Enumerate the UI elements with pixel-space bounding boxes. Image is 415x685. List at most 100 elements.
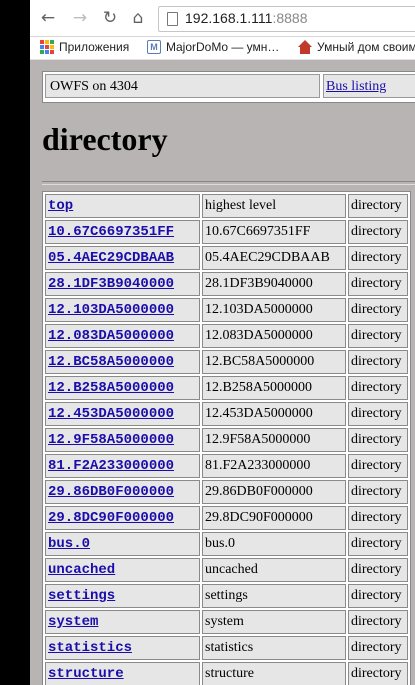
entry-link[interactable]: statistics	[48, 640, 132, 656]
entry-type: directory	[348, 480, 408, 504]
table-row: 12.9F58A5000000 12.9F58A5000000 directory	[45, 428, 408, 452]
entry-cell: uncached	[45, 558, 200, 582]
entry-type: directory	[348, 220, 408, 244]
entry-cell: 12.9F58A5000000	[45, 428, 200, 452]
entry-link[interactable]: 12.453DA5000000	[48, 406, 174, 422]
divider	[42, 181, 415, 185]
entry-type: directory	[348, 636, 408, 660]
entry-description: system	[202, 610, 346, 634]
entry-cell: 12.103DA5000000	[45, 298, 200, 322]
entry-link[interactable]: structure	[48, 666, 124, 682]
owfs-header: OWFS on 4304 Bus listing	[42, 71, 415, 103]
entry-type: directory	[348, 428, 408, 452]
entry-description: 29.8DC90F000000	[202, 506, 346, 530]
entry-cell: 10.67C6697351FF	[45, 220, 200, 244]
entry-link[interactable]: system	[48, 614, 98, 630]
url-text: 192.168.1.111:8888	[185, 10, 308, 26]
entry-link[interactable]: 12.103DA5000000	[48, 302, 174, 318]
table-row: 28.1DF3B9040000 28.1DF3B9040000 directory	[45, 272, 408, 296]
entry-link[interactable]: 12.083DA5000000	[48, 328, 174, 344]
table-row: bus.0 bus.0 directory	[45, 532, 408, 556]
entry-cell: statistics	[45, 636, 200, 660]
entry-link[interactable]: top	[48, 198, 73, 214]
entry-type: directory	[348, 246, 408, 270]
table-row: structure structure directory	[45, 662, 408, 685]
table-row: 10.67C6697351FF 10.67C6697351FF directory	[45, 220, 408, 244]
entry-cell: bus.0	[45, 532, 200, 556]
entry-description: 10.67C6697351FF	[202, 220, 346, 244]
entry-description: 81.F2A233000000	[202, 454, 346, 478]
bus-listing-link[interactable]: Bus listing	[323, 74, 415, 98]
home-nav-icon[interactable]: ⌂	[128, 8, 148, 28]
table-row: 29.8DC90F000000 29.8DC90F000000 directory	[45, 506, 408, 530]
forward-icon[interactable]: →	[70, 8, 90, 28]
entry-type: directory	[348, 610, 408, 634]
bookmark-label: Умный дом своим…	[317, 40, 415, 54]
entry-link[interactable]: bus.0	[48, 536, 90, 552]
table-row: 12.103DA5000000 12.103DA5000000 directory	[45, 298, 408, 322]
entry-type: directory	[348, 350, 408, 374]
entry-type: directory	[348, 506, 408, 530]
entry-cell: 12.BC58A5000000	[45, 350, 200, 374]
entry-description: bus.0	[202, 532, 346, 556]
apps-icon	[40, 40, 54, 54]
entry-type: directory	[348, 272, 408, 296]
entry-cell: 81.F2A233000000	[45, 454, 200, 478]
table-row: 05.4AEC29CDBAAB 05.4AEC29CDBAAB directory	[45, 246, 408, 270]
entry-link[interactable]: 29.8DC90F000000	[48, 510, 174, 526]
entry-description: 12.083DA5000000	[202, 324, 346, 348]
url-input[interactable]: 192.168.1.111:8888	[158, 6, 415, 32]
entry-link[interactable]: 05.4AEC29CDBAAB	[48, 250, 174, 266]
back-icon[interactable]: ←	[38, 8, 58, 28]
bookmark-smart-home[interactable]: Умный дом своим…	[298, 40, 415, 54]
entry-cell: structure	[45, 662, 200, 685]
reload-icon[interactable]: ↻	[100, 8, 120, 28]
entry-description: 12.103DA5000000	[202, 298, 346, 322]
entry-type: directory	[348, 584, 408, 608]
entry-description: 12.BC58A5000000	[202, 350, 346, 374]
entry-description: settings	[202, 584, 346, 608]
entry-link[interactable]: 29.86DB0F000000	[48, 484, 174, 500]
entry-type: directory	[348, 376, 408, 400]
bookmark-majordomo[interactable]: M MajorDoMo — умн…	[147, 40, 279, 54]
entry-link[interactable]: 10.67C6697351FF	[48, 224, 174, 240]
home-icon	[298, 40, 312, 54]
entry-link[interactable]: 12.9F58A5000000	[48, 432, 174, 448]
entry-description: 05.4AEC29CDBAAB	[202, 246, 346, 270]
entry-type: directory	[348, 298, 408, 322]
entry-link[interactable]: uncached	[48, 562, 115, 578]
entry-link[interactable]: 12.BC58A5000000	[48, 354, 174, 370]
entry-cell: 12.B258A5000000	[45, 376, 200, 400]
entry-description: 12.9F58A5000000	[202, 428, 346, 452]
entry-cell: 12.083DA5000000	[45, 324, 200, 348]
entry-description: 12.453DA5000000	[202, 402, 346, 426]
directory-table: top highest level directory 10.67C6697351FF…	[42, 191, 411, 685]
entry-link[interactable]: 28.1DF3B9040000	[48, 276, 174, 292]
table-row: uncached uncached directory	[45, 558, 408, 582]
table-row: 12.083DA5000000 12.083DA5000000 directory	[45, 324, 408, 348]
entry-link[interactable]: 12.B258A5000000	[48, 380, 174, 396]
table-row: statistics statistics directory	[45, 636, 408, 660]
bookmark-label: MajorDoMo — умн…	[166, 40, 280, 54]
entry-type: directory	[348, 662, 408, 685]
entry-type: directory	[348, 402, 408, 426]
address-bar: ← → ↻ ⌂ 192.168.1.111:8888	[30, 0, 415, 37]
entry-link[interactable]: 81.F2A233000000	[48, 458, 174, 474]
table-row: 81.F2A233000000 81.F2A233000000 directory	[45, 454, 408, 478]
entry-type: directory	[348, 532, 408, 556]
entry-cell: settings	[45, 584, 200, 608]
entry-type: directory	[348, 324, 408, 348]
entry-cell: 29.8DC90F000000	[45, 506, 200, 530]
entry-cell: top	[45, 194, 200, 218]
table-row: system system directory	[45, 610, 408, 634]
bookmark-apps[interactable]: Приложения	[40, 40, 129, 54]
entry-cell: 28.1DF3B9040000	[45, 272, 200, 296]
table-row: top highest level directory	[45, 194, 408, 218]
entry-description: 12.B258A5000000	[202, 376, 346, 400]
entry-description: structure	[202, 662, 346, 685]
entry-cell: 05.4AEC29CDBAAB	[45, 246, 200, 270]
entry-type: directory	[348, 558, 408, 582]
browser-window: ← → ↻ ⌂ 192.168.1.111:8888 Приложения M …	[30, 0, 415, 685]
entry-cell: 12.453DA5000000	[45, 402, 200, 426]
entry-link[interactable]: settings	[48, 588, 115, 604]
